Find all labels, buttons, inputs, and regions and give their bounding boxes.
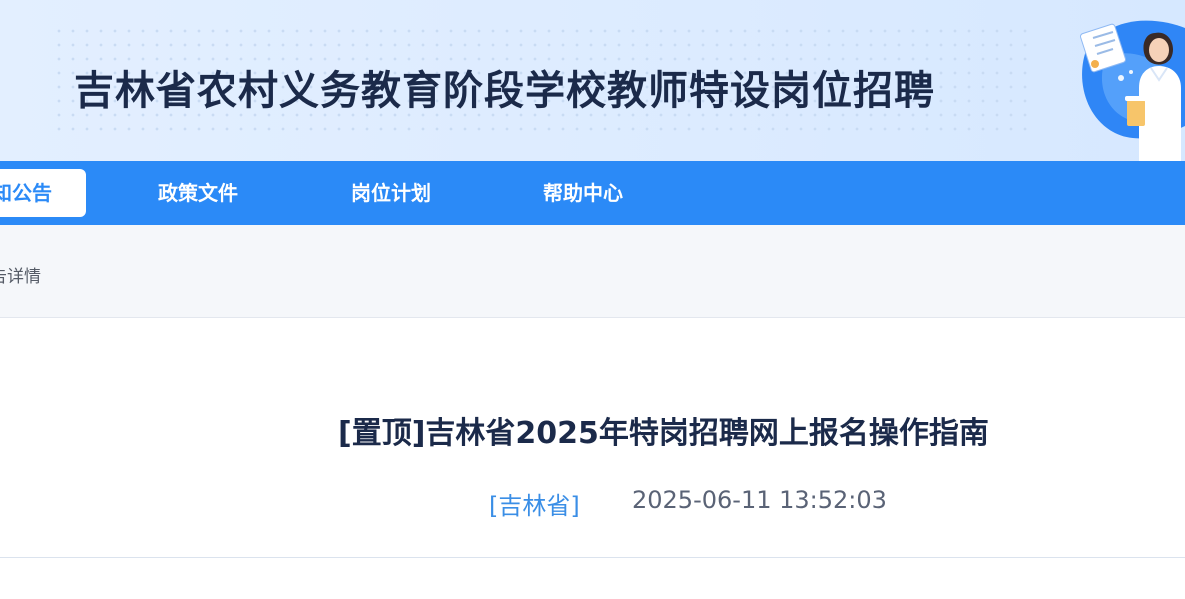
article-title: [置顶]吉林省2025年特岗招聘网上报名操作指南 <box>338 416 989 451</box>
nav-item-policy-files[interactable]: 政策文件 <box>158 169 238 217</box>
site-title: 吉林省农村义务教育阶段学校教师特设岗位招聘 <box>74 68 935 114</box>
recruitment-illustration-icon <box>1079 20 1185 161</box>
main-nav: 知公告 政策文件 岗位计划 帮助中心 <box>0 161 1185 225</box>
nav-item-position-plan[interactable]: 岗位计划 <box>351 169 431 217</box>
article-source-link[interactable]: [吉林省] <box>489 486 580 521</box>
breadcrumb: 告详情 <box>0 225 1185 318</box>
content-divider <box>0 557 1185 558</box>
article-date: 2025-06-11 13:52:03 <box>632 486 887 514</box>
header-banner: 吉林省农村义务教育阶段学校教师特设岗位招聘 <box>0 0 1185 161</box>
nav-item-notices[interactable]: 知公告 <box>0 169 86 217</box>
breadcrumb-current: 告详情 <box>0 267 41 287</box>
nav-item-help-center[interactable]: 帮助中心 <box>543 169 623 217</box>
